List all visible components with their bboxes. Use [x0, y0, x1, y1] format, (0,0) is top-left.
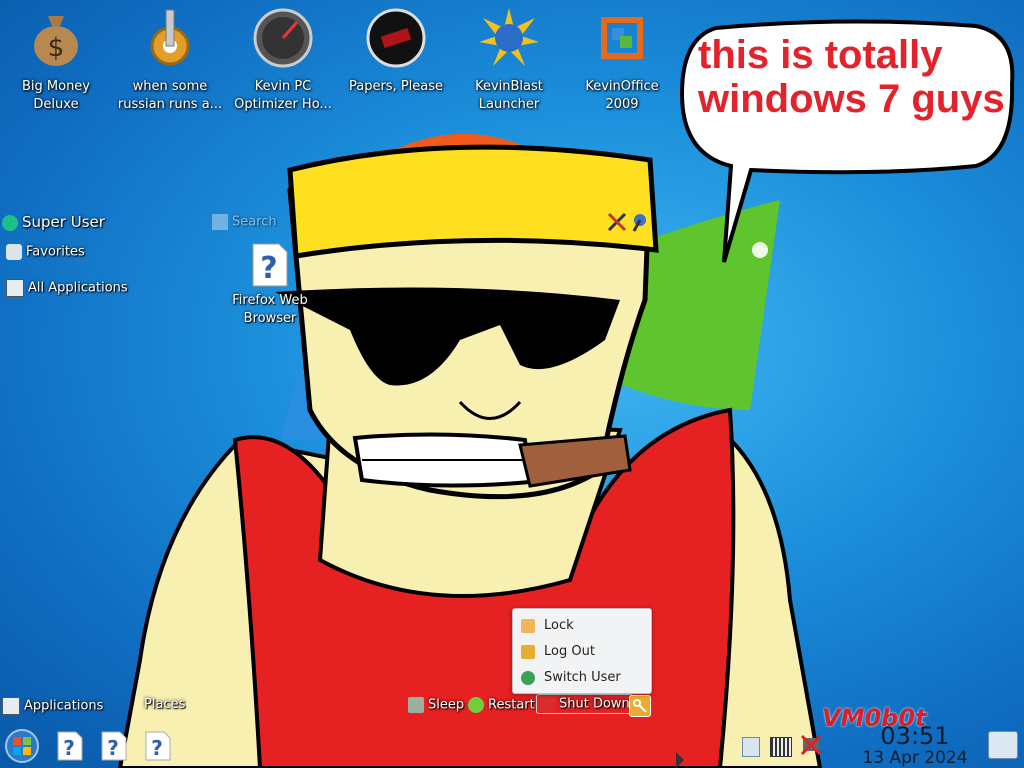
launcher-favorites[interactable]: Favorites: [6, 244, 85, 260]
sleep-label: Sleep: [428, 697, 465, 713]
speech-bubble-line-2: windows 7 guys: [697, 77, 1005, 121]
launcher-all-applications[interactable]: All Applications: [6, 279, 128, 297]
menu-item-log-out[interactable]: Log Out: [521, 641, 645, 663]
desktop-icon-kevin-optimizer[interactable]: Kevin PC Optimizer Ho...: [228, 6, 338, 114]
switch-user-label: Switch User: [544, 670, 621, 685]
globe-burst-icon: [479, 8, 539, 66]
launcher-search[interactable]: Search: [212, 214, 277, 230]
launcher-settings-icon[interactable]: [607, 212, 627, 232]
restart-button[interactable]: Restart: [468, 697, 535, 713]
sleep-icon: [408, 697, 424, 713]
network-disconnected-icon[interactable]: [800, 734, 822, 756]
all-applications-label: All Applications: [28, 280, 128, 296]
switch-user-icon: [521, 670, 535, 685]
power-icon: [539, 696, 555, 712]
tab-places[interactable]: Places: [144, 697, 185, 712]
svg-text:?: ?: [107, 736, 119, 760]
tab-applications-label: Applications: [24, 698, 104, 714]
firefox-entry[interactable]: ? Firefox Web Browser: [228, 242, 312, 328]
desktop-icon-kevinoffice[interactable]: KevinOffice 2009: [567, 6, 677, 114]
user-avatar-icon: [2, 214, 18, 231]
restart-label: Restart: [488, 697, 535, 713]
search-icon: [212, 214, 228, 230]
desktop-icon-label: KevinOffice 2009: [585, 79, 659, 112]
restart-icon: [468, 697, 484, 713]
favorites-icon: [6, 244, 22, 260]
leave-menu: Lock Log Out Switch User: [512, 608, 652, 694]
desktop-icon-big-money[interactable]: $ Big Money Deluxe: [1, 6, 111, 114]
windows-orb-icon: [5, 729, 39, 763]
papers-please-icon: [366, 8, 426, 68]
key-icon: [633, 699, 647, 713]
tools-icon: [607, 212, 627, 232]
launcher-search-placeholder: Search: [232, 214, 277, 230]
desktop-icon-russian[interactable]: when some russian runs a...: [115, 6, 225, 114]
gear-icon: [150, 9, 190, 66]
leave-options-button[interactable]: [629, 695, 651, 717]
firefox-entry-label: Firefox Web Browser: [232, 293, 308, 326]
desktop-icon-papers-please[interactable]: Papers, Please: [341, 6, 451, 96]
show-desktop-button[interactable]: [988, 731, 1018, 759]
cartoon-character: [117, 144, 823, 768]
shut-down-button[interactable]: Shut Down: [536, 694, 633, 714]
taskbar-unknown-icon[interactable]: ?: [144, 731, 172, 761]
tab-places-label: Places: [144, 697, 186, 712]
desktop-icon-label: Kevin PC Optimizer Ho...: [234, 79, 332, 112]
clipboard-icon[interactable]: [742, 737, 760, 757]
clock-time: 03:51: [880, 722, 950, 750]
lock-icon: [521, 618, 535, 633]
applications-icon: [2, 697, 20, 715]
desktop-icon-label: when some russian runs a...: [117, 79, 223, 112]
grid-icon: [6, 279, 24, 297]
menu-item-switch-user[interactable]: Switch User: [521, 667, 645, 689]
key-icon: [521, 644, 535, 659]
launcher-user: Super User: [2, 213, 105, 231]
office-logo-icon: [601, 17, 643, 59]
desktop-icon-label: Big Money Deluxe: [21, 79, 90, 112]
tab-applications[interactable]: Applications: [2, 697, 103, 715]
taskbar-unknown-icon[interactable]: ?: [56, 731, 84, 761]
clock[interactable]: 03:51 13 Apr 2024: [856, 723, 974, 767]
svg-text:$: $: [48, 33, 65, 63]
svg-text:?: ?: [151, 736, 163, 760]
start-button[interactable]: [4, 728, 40, 764]
lock-label: Lock: [544, 618, 574, 633]
favorites-label: Favorites: [26, 244, 85, 260]
svg-text:?: ?: [260, 251, 277, 286]
desktop-icon-label: KevinBlast Launcher: [475, 79, 543, 112]
desktop-icon-kevinblast[interactable]: KevinBlast Launcher: [454, 6, 564, 114]
taskbar-unknown-icon[interactable]: ?: [100, 731, 128, 761]
money-bag-icon: $: [34, 16, 78, 66]
log-out-label: Log Out: [544, 644, 595, 659]
pin-icon: [632, 214, 646, 232]
shut-down-label: Shut Down: [559, 696, 630, 712]
svg-text:?: ?: [63, 736, 75, 760]
menu-item-lock[interactable]: Lock: [521, 615, 645, 637]
clock-date: 13 Apr 2024: [862, 748, 968, 768]
launcher-pin-icon[interactable]: [630, 212, 650, 232]
unknown-file-icon: ?: [252, 243, 288, 287]
device-notifier-icon[interactable]: [770, 737, 792, 757]
tray-arrow-icon[interactable]: [676, 752, 684, 768]
launcher-username: Super User: [22, 213, 105, 231]
speedometer-icon: [253, 8, 313, 68]
sleep-button[interactable]: Sleep: [408, 697, 464, 713]
desktop-icon-label: Papers, Please: [348, 79, 444, 94]
speech-bubble-line-1: this is totally: [698, 33, 943, 77]
